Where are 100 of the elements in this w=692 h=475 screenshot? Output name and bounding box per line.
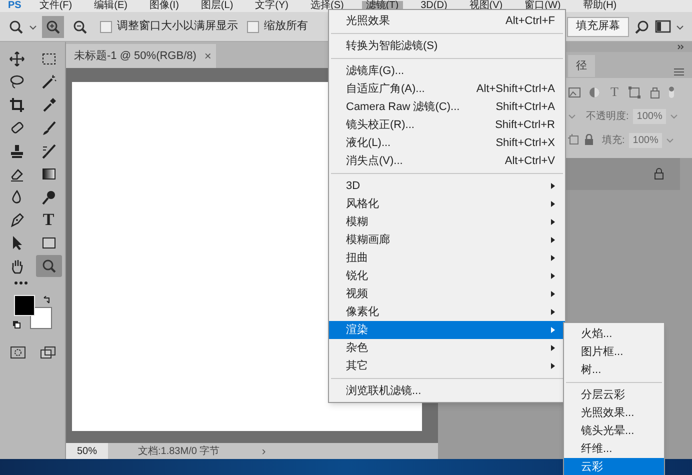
tool-button[interactable]: T	[36, 209, 62, 231]
checkbox[interactable]	[247, 20, 259, 32]
submenu-arrow-icon	[551, 237, 555, 243]
menu-item[interactable]: 滤镜库(G)...	[329, 62, 565, 80]
menu-item[interactable]: 图像(I)	[145, 1, 183, 11]
submenu-arrow-icon	[551, 201, 555, 207]
document-tab-title[interactable]: 未标题-1 @ 50%(RGB/8)	[74, 48, 196, 64]
submenu-arrow-icon	[551, 273, 555, 279]
image-filter-icon[interactable]	[568, 86, 581, 98]
foreground-color-swatch[interactable]	[14, 295, 34, 316]
zoom-out-icon	[72, 18, 88, 34]
menu-item[interactable]: 纤维...	[564, 440, 664, 458]
submenu-arrow-icon	[551, 345, 555, 351]
shortcut-text: Alt+Ctrl+F	[505, 14, 555, 29]
fill-field[interactable]: 100%	[628, 132, 662, 148]
caret-icon[interactable]	[29, 24, 37, 30]
fill-label: 填充:	[602, 134, 625, 148]
menu-item[interactable]: 云彩	[564, 458, 664, 475]
magic-wand-icon	[40, 74, 56, 90]
zoom-in-icon	[45, 18, 61, 34]
menu-item[interactable]: 树...	[564, 361, 664, 379]
dodge-icon	[40, 189, 56, 205]
menu-item[interactable]: 图层(L)	[196, 1, 238, 11]
caret-icon[interactable]	[676, 24, 684, 30]
quick-mask-icon[interactable]	[10, 345, 26, 361]
fill-screen-button[interactable]: 填充屏幕	[567, 16, 629, 36]
lock-icon[interactable]	[584, 134, 594, 146]
gradient-icon	[40, 166, 56, 182]
submenu-arrow-icon	[551, 291, 555, 297]
artboard-lock-icon[interactable]	[568, 134, 580, 146]
menu-item[interactable]: 3D	[329, 177, 565, 195]
adjustment-filter-icon[interactable]	[588, 86, 601, 98]
panel-tab[interactable]: 径	[568, 55, 595, 77]
menu-item[interactable]: 渲染	[329, 321, 565, 339]
submenu-arrow-icon	[551, 255, 555, 261]
shortcut-text: Shift+Ctrl+A	[496, 100, 555, 115]
menu-item[interactable]: 转换为智能滤镜(S)	[329, 37, 565, 55]
zoom-level-field[interactable]: 50%	[66, 443, 108, 459]
collapse-icon[interactable]	[677, 44, 684, 50]
menu-item[interactable]: 镜头校正(R)... Shift+Ctrl+R	[329, 116, 565, 134]
menu-item[interactable]: 光照效果 Alt+Ctrl+F	[329, 12, 565, 30]
search-icon[interactable]	[634, 18, 650, 34]
filter-toggle-icon[interactable]	[668, 85, 675, 99]
checkbox[interactable]	[100, 20, 112, 32]
marquee-icon	[40, 51, 56, 67]
status-menu-button[interactable]: ›	[262, 442, 266, 460]
close-tab-button[interactable]: ×	[204, 47, 212, 65]
menu-item[interactable]: 图片框...	[564, 343, 664, 361]
tool-button[interactable]	[36, 255, 62, 277]
menu-item[interactable]: 像素化	[329, 303, 565, 321]
zoom-in-button[interactable]	[42, 16, 64, 38]
menu-item[interactable]: 风格化	[329, 195, 565, 213]
stamp-icon	[8, 143, 24, 159]
more-tools-icon[interactable]	[14, 279, 28, 287]
menu-item[interactable]: 液化(L)... Shift+Ctrl+X	[329, 134, 565, 152]
menu-item[interactable]: 分层云彩	[564, 386, 664, 404]
crop-icon	[8, 97, 24, 113]
menu-item[interactable]: 锐化	[329, 267, 565, 285]
screen-mode-icon[interactable]	[40, 345, 56, 361]
checkbox-label: 缩放所有	[264, 18, 308, 34]
move-icon	[8, 51, 24, 67]
default-colors-icon[interactable]	[12, 321, 20, 329]
menu-item[interactable]: 消失点(V)... Alt+Ctrl+V	[329, 152, 565, 170]
app-logo: PS	[8, 1, 22, 11]
brush-icon	[40, 120, 56, 136]
swap-icon[interactable]	[42, 296, 50, 304]
submenu-arrow-icon	[551, 327, 555, 333]
menu-item[interactable]: 浏览联机滤镜...	[329, 382, 565, 400]
menu-item[interactable]: 自适应广角(A)... Alt+Shift+Ctrl+A	[329, 80, 565, 98]
submenu-arrow-icon	[551, 183, 555, 189]
menu-item[interactable]: 扭曲	[329, 249, 565, 267]
shortcut-text: Shift+Ctrl+R	[495, 118, 555, 133]
opacity-label: 不透明度:	[586, 110, 629, 124]
rectangle-icon	[40, 235, 56, 251]
shape-filter-icon[interactable]	[628, 86, 641, 98]
menu-item[interactable]: 模糊	[329, 213, 565, 231]
zoom-icon	[40, 258, 56, 274]
menu-item[interactable]: 火焰...	[564, 325, 664, 343]
menu-item[interactable]: 视频	[329, 285, 565, 303]
menu-item[interactable]: 编辑(E)	[90, 1, 132, 11]
smart-object-filter-icon[interactable]	[648, 86, 661, 98]
menu-item[interactable]: 镜头光晕...	[564, 422, 664, 440]
menu-item[interactable]: 杂色	[329, 339, 565, 357]
submenu-arrow-icon	[551, 219, 555, 225]
workspace-icon[interactable]	[655, 18, 671, 34]
history-brush-icon	[40, 143, 56, 159]
checkbox-label: 调整窗口大小以满屏显示	[117, 18, 238, 34]
shortcut-text: Shift+Ctrl+X	[496, 136, 555, 151]
bandage-icon	[8, 120, 24, 136]
document-info: 文档:1.83M/0 字节	[138, 444, 220, 458]
opacity-field[interactable]: 100%	[632, 108, 666, 124]
menu-item[interactable]: Camera Raw 滤镜(C)... Shift+Ctrl+A	[329, 98, 565, 116]
pen-icon	[8, 212, 24, 228]
menu-item[interactable]: 3D(D)	[416, 1, 452, 11]
menu-item[interactable]: 光照效果...	[564, 404, 664, 422]
menu-icon[interactable]	[674, 67, 684, 77]
menu-item[interactable]: 模糊画廊	[329, 231, 565, 249]
menu-item[interactable]: 其它	[329, 357, 565, 375]
zoom-icon[interactable]	[8, 18, 24, 34]
menu-item[interactable]: 帮助(H)	[578, 1, 621, 11]
